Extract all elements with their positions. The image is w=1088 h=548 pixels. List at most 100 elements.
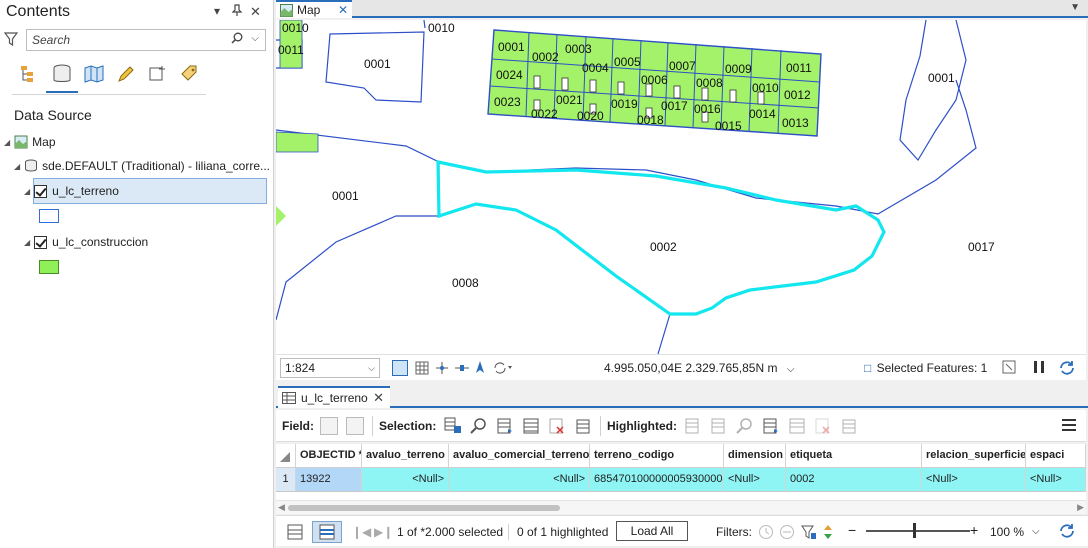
highlight-all-icon[interactable]	[788, 417, 806, 435]
zoom-level[interactable]: 100 %	[990, 525, 1024, 539]
clear-selection-icon[interactable]	[1002, 360, 1018, 376]
chevron-down-icon[interactable]: ⌵	[368, 363, 375, 374]
refresh-icon[interactable]	[1058, 523, 1074, 539]
switch-selection-icon[interactable]	[496, 417, 514, 435]
search-icon[interactable]	[231, 32, 243, 47]
layer-visibility-checkbox[interactable]	[34, 184, 48, 198]
column-header-relacion-superficie[interactable]: relacion_superficie	[922, 444, 1026, 468]
column-header-avaluo-terreno[interactable]: avaluo_terreno	[362, 444, 449, 468]
scale-dropdown[interactable]: 1:824 ⌵	[280, 358, 380, 378]
grid-icon[interactable]	[414, 360, 430, 376]
row-number[interactable]: 1	[276, 468, 296, 492]
table-options-menu-icon[interactable]	[1062, 419, 1076, 431]
expand-triangle-icon[interactable]: ◢	[24, 187, 30, 196]
scrollbar-thumb[interactable]	[288, 505, 560, 511]
expand-triangle-icon[interactable]: ◢	[4, 138, 10, 147]
selected-parcel-0002[interactable]	[436, 160, 886, 316]
map-canvas[interactable]: 0010 0010 0011 0001 0001 0001 0002 0017 …	[276, 20, 1086, 354]
column-header-terreno-codigo[interactable]: terreno_codigo	[590, 444, 724, 468]
cell-terreno-codigo[interactable]: 685470100000005930000...	[590, 468, 724, 492]
pause-drawing-icon[interactable]	[1032, 360, 1048, 376]
expand-triangle-icon[interactable]: ◢	[14, 162, 20, 171]
zoom-slider-track[interactable]	[866, 530, 970, 532]
time-filter-icon[interactable]	[758, 524, 774, 540]
close-pane-icon[interactable]: ✕	[250, 4, 261, 20]
refresh-extent-icon[interactable]	[492, 360, 512, 376]
list-by-editing-icon[interactable]	[112, 60, 140, 88]
north-arrow-icon[interactable]	[472, 360, 488, 376]
range-filter-icon[interactable]	[779, 524, 795, 540]
filter-icon[interactable]	[3, 31, 19, 47]
list-by-drawing-order-icon[interactable]	[16, 60, 44, 88]
sort-arrows-icon[interactable]	[822, 524, 838, 540]
cell-avaluo-comercial-terreno[interactable]: <Null>	[449, 468, 590, 492]
list-by-labeling-icon[interactable]	[176, 60, 204, 88]
list-by-selection-icon[interactable]	[80, 60, 108, 88]
coordinate-value: 4.995.050,04E 2.329.765,85N m	[604, 361, 778, 375]
select-all-icon[interactable]	[522, 417, 540, 435]
terreno-symbol[interactable]	[39, 209, 59, 223]
fixed-zoom-icon[interactable]	[392, 360, 408, 376]
zoom-in-button[interactable]: +	[970, 522, 978, 538]
last-record-icon[interactable]: ▶❙	[374, 525, 393, 539]
first-record-icon[interactable]: ❙◀	[352, 525, 371, 539]
calculate-field-icon[interactable]	[346, 417, 364, 435]
add-field-icon[interactable]	[320, 417, 338, 435]
scroll-left-icon[interactable]: ◀	[278, 502, 285, 513]
constraint-icon[interactable]	[454, 360, 470, 376]
highlight-switch-icon[interactable]	[710, 417, 728, 435]
chevron-down-icon[interactable]: ⌵	[1032, 526, 1040, 537]
snapping-icon[interactable]	[434, 360, 450, 376]
cell-espacio[interactable]: <Null>	[1026, 468, 1086, 492]
table-row[interactable]: 1 13922 <Null> <Null> 685470100000005930…	[276, 468, 1086, 492]
cell-dimension[interactable]: <Null>	[724, 468, 786, 492]
pin-icon[interactable]	[231, 4, 243, 19]
construccion-symbol[interactable]	[39, 260, 59, 274]
extent-filter-icon[interactable]	[801, 524, 817, 540]
unhighlight-icon[interactable]	[814, 417, 832, 435]
cell-avaluo-terreno[interactable]: <Null>	[362, 468, 449, 492]
zoom-out-button[interactable]: −	[848, 522, 856, 538]
close-tab-icon[interactable]: ✕	[373, 390, 384, 406]
tab-attribute-table[interactable]: u_lc_terreno ✕	[278, 386, 390, 408]
zoom-to-selection-icon[interactable]	[470, 417, 488, 435]
tree-item-layer-terreno[interactable]: ◢ u_lc_terreno	[24, 180, 119, 202]
column-header-avaluo-comercial-terreno[interactable]: avaluo_comercial_terreno	[449, 444, 590, 468]
show-all-records-icon[interactable]	[280, 521, 310, 543]
cell-objectid[interactable]: 13922	[296, 468, 362, 492]
delete-highlighted-icon[interactable]	[840, 417, 858, 435]
delete-selection-icon[interactable]	[574, 417, 592, 435]
tree-item-map[interactable]: ◢ Map	[4, 131, 56, 153]
tab-map[interactable]: Map ✕	[276, 0, 352, 18]
highlight-toggle-icon[interactable]	[762, 417, 780, 435]
scroll-right-icon[interactable]: ▶	[1077, 502, 1084, 513]
tree-item-layer-construccion[interactable]: ◢ u_lc_construccion	[24, 231, 148, 253]
cell-etiqueta[interactable]: 0002	[786, 468, 922, 492]
cell-relacion-superficie[interactable]: <Null>	[922, 468, 1026, 492]
zoom-slider-thumb[interactable]	[913, 523, 916, 538]
selected-features-indicator[interactable]: □ Selected Features: 1	[864, 361, 987, 375]
clear-selection-icon[interactable]	[548, 417, 566, 435]
close-tab-icon[interactable]: ✕	[338, 3, 348, 17]
show-selected-records-icon[interactable]	[312, 521, 342, 543]
chevron-down-icon[interactable]: ⌵	[251, 33, 259, 44]
column-header-dimension[interactable]: dimension	[724, 444, 786, 468]
load-all-button[interactable]: Load All	[616, 521, 688, 541]
highlight-zoom-icon[interactable]	[684, 417, 702, 435]
column-header-espacio[interactable]: espaci	[1026, 444, 1086, 468]
tree-item-database[interactable]: ◢ sde.DEFAULT (Traditional) - liliana_co…	[14, 155, 270, 177]
expand-triangle-icon[interactable]: ◢	[24, 238, 30, 247]
list-by-snapping-icon[interactable]	[144, 60, 172, 88]
column-header-etiqueta[interactable]: etiqueta	[786, 444, 922, 468]
list-by-data-source-icon[interactable]	[48, 60, 76, 88]
tab-list-chevron-icon[interactable]: ▼	[1070, 2, 1080, 13]
horizontal-scrollbar[interactable]: ◀ ▶	[276, 500, 1086, 514]
chevron-down-icon[interactable]: ⌵	[787, 364, 795, 375]
select-by-attributes-icon[interactable]	[444, 417, 462, 435]
column-header-objectid[interactable]: OBJECTID *	[296, 444, 362, 468]
highlight-pan-icon[interactable]	[736, 417, 754, 435]
layer-visibility-checkbox[interactable]	[34, 235, 48, 249]
pane-options-icon[interactable]: ▾	[214, 4, 220, 18]
refresh-icon[interactable]	[1058, 360, 1074, 376]
search-input[interactable]	[27, 30, 217, 50]
